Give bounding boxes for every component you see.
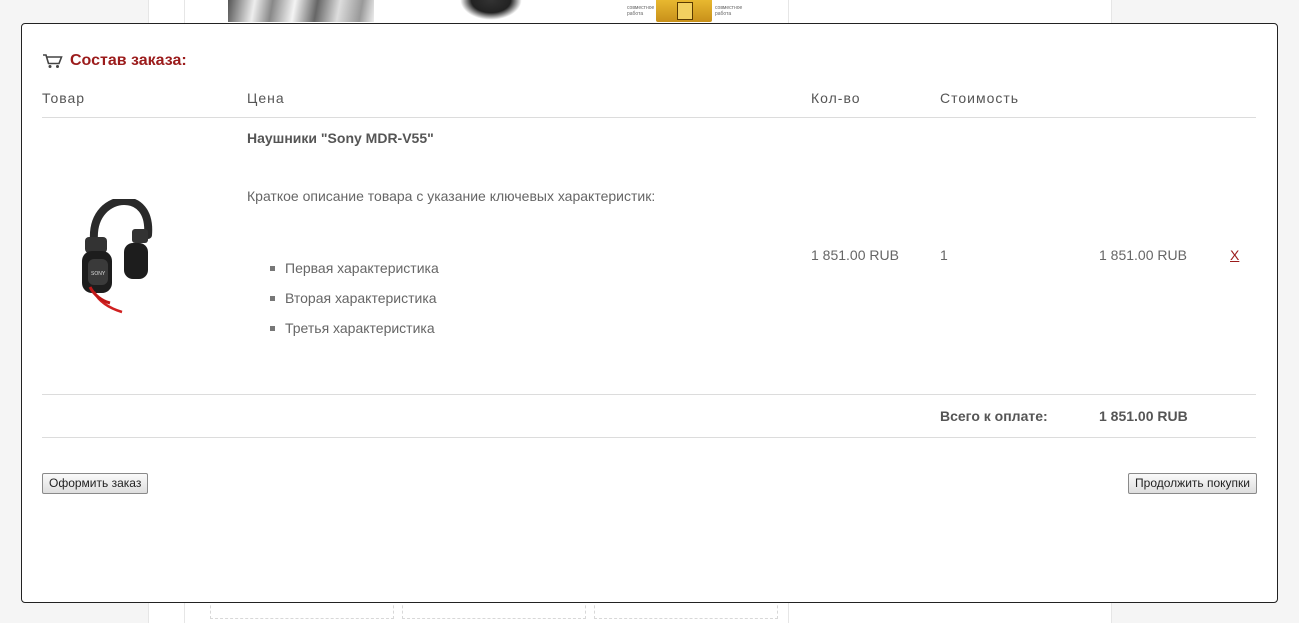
product-name: Наушники "Sony MDR-V55" [247,130,434,146]
checkout-button[interactable]: Оформить заказ [42,473,149,494]
total-label: Всего к оплате: [940,408,1048,424]
table-header: Товар Цена Кол-во Стоимость [42,90,1256,118]
order-title-text: Состав заказа: [70,52,187,69]
background-product-image [228,0,374,22]
order-modal: Состав заказа: Товар Цена Кол-во Стоимос… [21,23,1278,603]
total-row: Всего к оплате: 1 851.00 RUB [42,395,1256,438]
background-product-image [460,0,522,20]
feature-item: Вторая характеристика [247,283,439,313]
order-title: Состав заказа: [42,52,187,70]
column-product: Товар [42,90,86,106]
column-qty: Кол-во [811,90,861,106]
background-badge-text: совместное работа [627,5,655,17]
svg-text:SONY: SONY [91,271,106,277]
item-price: 1 851.00 RUB [811,247,899,263]
background-badge-logo [677,2,693,20]
features-list: Первая характеристика Вторая характерист… [247,253,439,343]
column-cost: Стоимость [940,90,1020,106]
continue-shopping-button[interactable]: Продолжить покупки [1128,473,1257,494]
cart-icon [42,52,64,70]
column-price: Цена [247,90,285,106]
remove-item-link[interactable]: X [1230,247,1239,263]
headphones-image[interactable]: SONY [80,196,154,314]
feature-item: Третья характеристика [247,313,439,343]
total-value: 1 851.00 RUB [1099,408,1188,424]
item-cost: 1 851.00 RUB [1099,247,1187,263]
item-quantity: 1 [940,247,948,263]
product-description: Краткое описание товара с указание ключе… [247,188,656,204]
background-badge-text: совместное работа [715,5,743,17]
table-row: SONY Наушники "Sony MDR-V55" Краткое опи… [42,117,1256,395]
feature-item: Первая характеристика [247,253,439,283]
